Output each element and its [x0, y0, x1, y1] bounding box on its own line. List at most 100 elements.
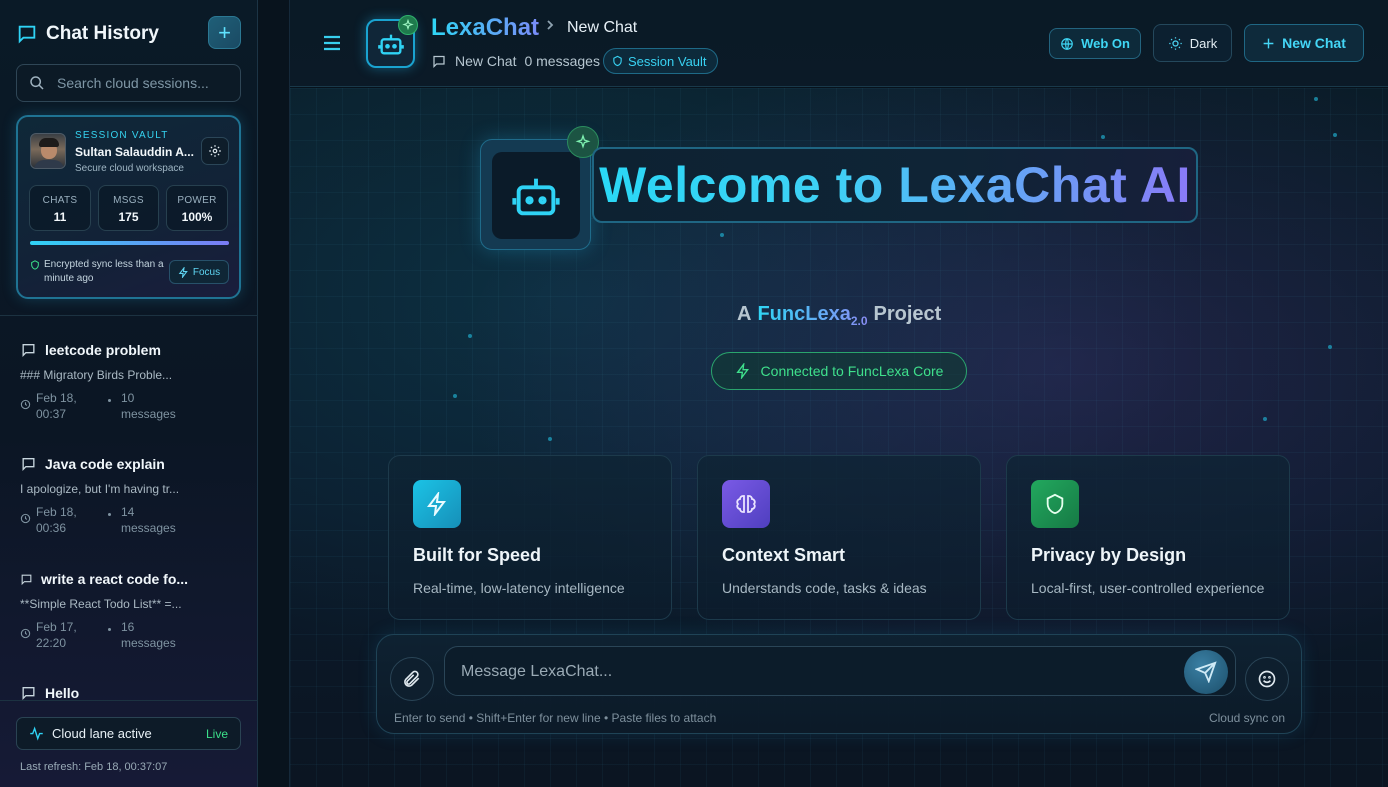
focus-label: Focus — [192, 266, 221, 278]
message-icon — [22, 458, 35, 471]
cloud-lane-status: Cloud lane active Live — [16, 717, 241, 750]
stat-value: 11 — [53, 210, 67, 224]
web-label: Web On — [1081, 36, 1130, 51]
tagline-prefix: A — [737, 303, 752, 325]
history-preview: **Simple React Todo List** =... — [20, 597, 182, 611]
history-item[interactable]: Java code explain I apologize, but I'm h… — [20, 456, 240, 538]
project-version: 2.0 — [850, 314, 868, 328]
history-title: Java code explain — [45, 456, 165, 472]
shield-icon — [613, 55, 622, 67]
history-preview: ### Migratory Birds Proble... — [20, 368, 173, 382]
new-chat-plus-button[interactable]: + — [208, 16, 241, 49]
stat-value: 175 — [118, 210, 139, 224]
lane-label: Cloud lane active — [52, 726, 152, 741]
history-date: Feb 18, 00:36 — [36, 505, 77, 535]
feature-card-context: Context Smart Understands code, tasks & … — [697, 455, 981, 620]
clock-icon — [20, 399, 31, 410]
divider — [0, 700, 258, 701]
history-title: Hello — [45, 685, 80, 700]
settings-button[interactable] — [201, 137, 229, 165]
message-icon — [22, 344, 35, 357]
tagline-suffix: Project — [873, 303, 942, 325]
power-progress-fill — [30, 241, 229, 245]
feature-desc: Real-time, low-latency intelligence — [413, 580, 625, 596]
emoji-button[interactable] — [1245, 657, 1289, 701]
history-count: 14 messages — [121, 505, 176, 535]
robot-icon — [512, 178, 560, 215]
divider — [0, 315, 258, 316]
lightning-icon — [178, 266, 188, 278]
send-button[interactable] — [1184, 650, 1228, 694]
send-icon — [1195, 661, 1217, 683]
sidebar-header: Chat History + — [16, 16, 241, 50]
chat-history-sidebar: Chat History + SESSION VAULT Sultan Sala… — [0, 0, 258, 787]
chat-info-row: New Chat 0 messages — [431, 53, 600, 69]
search-field[interactable] — [16, 64, 241, 102]
history-meta: Feb 18, 00:36 14 messages — [20, 504, 240, 538]
history-title: write a react code fo... — [41, 571, 189, 587]
clock-icon — [20, 628, 31, 639]
feature-desc: Local-first, user-controlled experience — [1031, 580, 1265, 596]
message-icon — [433, 55, 445, 68]
gear-icon — [209, 145, 221, 157]
stat-power: POWER 100% — [166, 185, 228, 231]
sparkle-icon — [398, 15, 418, 35]
history-item[interactable]: write a react code fo... **Simple React … — [20, 571, 240, 653]
theme-toggle-button[interactable]: Dark — [1153, 24, 1232, 62]
sun-icon — [1169, 36, 1182, 50]
history-item[interactable]: Hello — [20, 685, 240, 700]
connection-text: Connected to FuncLexa Core — [760, 363, 944, 379]
history-item[interactable]: leetcode problem ### Migratory Birds Pro… — [20, 342, 240, 424]
stat-label: POWER — [177, 195, 217, 206]
cloud-sync-status: Cloud sync on — [1208, 711, 1285, 725]
theme-label: Dark — [1189, 35, 1218, 51]
history-title: leetcode problem — [45, 342, 161, 358]
smile-icon — [1258, 670, 1276, 688]
new-chat-button[interactable]: New Chat — [1244, 24, 1364, 62]
plus-icon — [1263, 38, 1274, 48]
lightning-icon — [735, 363, 749, 379]
feature-title: Built for Speed — [413, 545, 542, 565]
composer-hint: Enter to send • Shift+Enter for new line… — [394, 711, 717, 725]
message-field[interactable] — [444, 646, 1236, 696]
history-preview: I apologize, but I'm having tr... — [20, 482, 180, 496]
clock-icon — [20, 513, 31, 524]
lightning-icon — [413, 480, 461, 528]
message-count: 0 messages — [524, 53, 600, 69]
stat-msgs: MSGS 175 — [98, 185, 159, 231]
user-name: Sultan Salauddin A... — [75, 145, 194, 159]
feature-title: Context Smart — [722, 545, 846, 565]
stat-label: CHATS — [42, 195, 78, 206]
history-meta: Feb 17, 22:20 16 messages — [20, 619, 240, 653]
vault-label: SESSION VAULT — [75, 130, 169, 141]
sidebar-title: Chat History — [46, 23, 159, 44]
paperclip-icon — [404, 670, 420, 687]
feature-card-privacy: Privacy by Design Local-first, user-cont… — [1006, 455, 1290, 620]
project-name: FuncLexa2.0 — [757, 303, 867, 328]
menu-icon[interactable] — [322, 34, 342, 52]
history-date: Feb 17, 22:20 — [36, 620, 77, 650]
stat-chats: CHATS 11 — [29, 185, 91, 231]
sidebar-gutter — [258, 0, 290, 787]
avatar — [30, 133, 66, 169]
chat-bubble-icon — [18, 25, 36, 44]
robot-icon — [377, 34, 404, 54]
activity-icon — [30, 726, 43, 741]
session-vault-badge[interactable]: Session Vault — [603, 48, 718, 74]
attach-button[interactable] — [390, 657, 434, 701]
sync-status: Encrypted sync less than a minute ago — [30, 258, 166, 286]
vault-subtitle: Secure cloud workspace — [75, 163, 184, 174]
feature-desc: Understands code, tasks & ideas — [722, 580, 927, 596]
history-meta: Feb 18, 00:37 10 messages — [20, 390, 240, 424]
message-icon — [22, 687, 35, 700]
focus-button[interactable]: Focus — [169, 260, 229, 284]
stat-value: 100% — [181, 210, 213, 224]
search-input[interactable] — [57, 75, 227, 91]
history-count: 10 messages — [121, 391, 176, 421]
shield-icon — [1031, 480, 1079, 528]
message-icon — [21, 574, 32, 585]
power-progress-bar — [30, 241, 229, 245]
web-toggle-button[interactable]: Web On — [1049, 28, 1141, 59]
message-input[interactable] — [461, 660, 1161, 684]
welcome-title: Welcome to LexaChat AI — [599, 157, 1191, 213]
